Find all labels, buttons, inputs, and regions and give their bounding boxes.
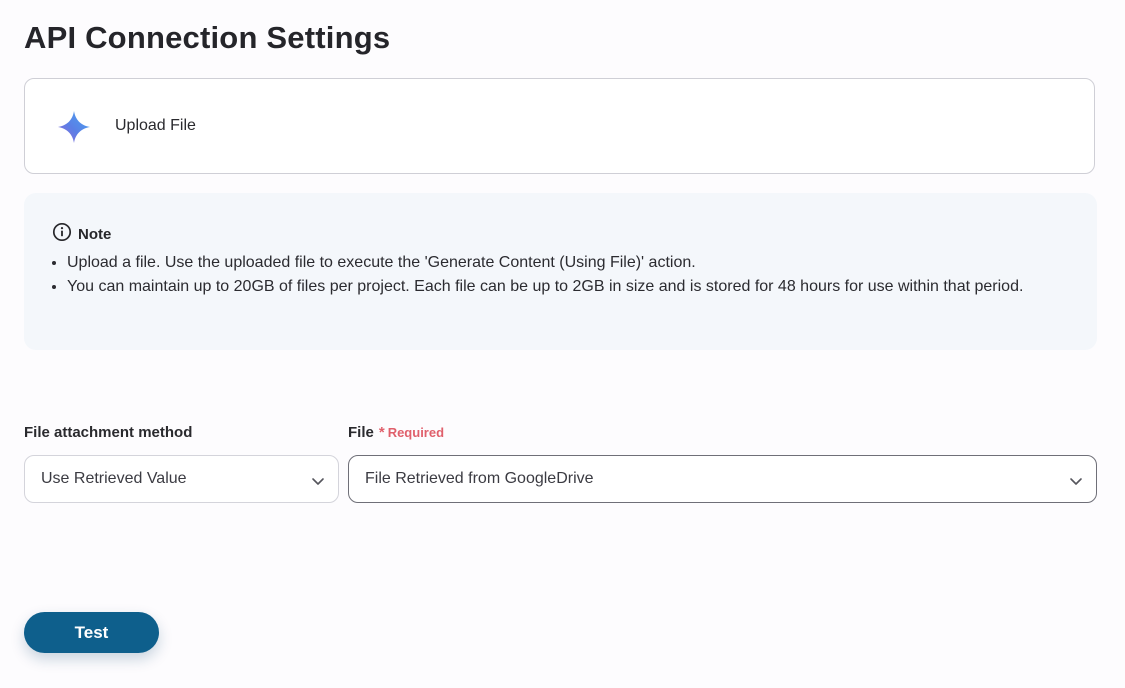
api-connection-settings-page: API Connection Settings Upload File Note… [0,0,1125,688]
action-label: Upload File [115,117,196,134]
note-header: Note [52,222,111,247]
note-item: You can maintain up to 20GB of files per… [67,275,1077,299]
note-title: Note [78,226,112,243]
attachment-method-value: Use Retrieved Value [41,470,187,487]
note-item: Upload a file. Use the uploaded file to … [67,251,1077,275]
file-value: File Retrieved from GoogleDrive [365,470,594,487]
page-title: API Connection Settings [24,20,391,55]
file-select[interactable]: File Retrieved from GoogleDrive [348,455,1097,503]
required-indicator: * Required [379,425,444,440]
gemini-sparkle-icon [56,109,92,145]
note-box: Note Upload a file. Use the uploaded fil… [24,193,1097,350]
action-card: Upload File [24,78,1095,174]
file-label-text: File [348,424,374,441]
attachment-method-select[interactable]: Use Retrieved Value [24,455,339,503]
file-label: File * Required [348,424,444,441]
required-asterisk: * [378,424,385,441]
attachment-method-label: File attachment method [24,424,193,441]
required-text: Required [387,425,445,440]
chevron-down-icon [312,478,324,485]
chevron-down-icon [1070,478,1082,485]
info-icon [52,222,72,247]
test-button[interactable]: Test [24,612,159,653]
note-list: Upload a file. Use the uploaded file to … [49,251,1077,299]
